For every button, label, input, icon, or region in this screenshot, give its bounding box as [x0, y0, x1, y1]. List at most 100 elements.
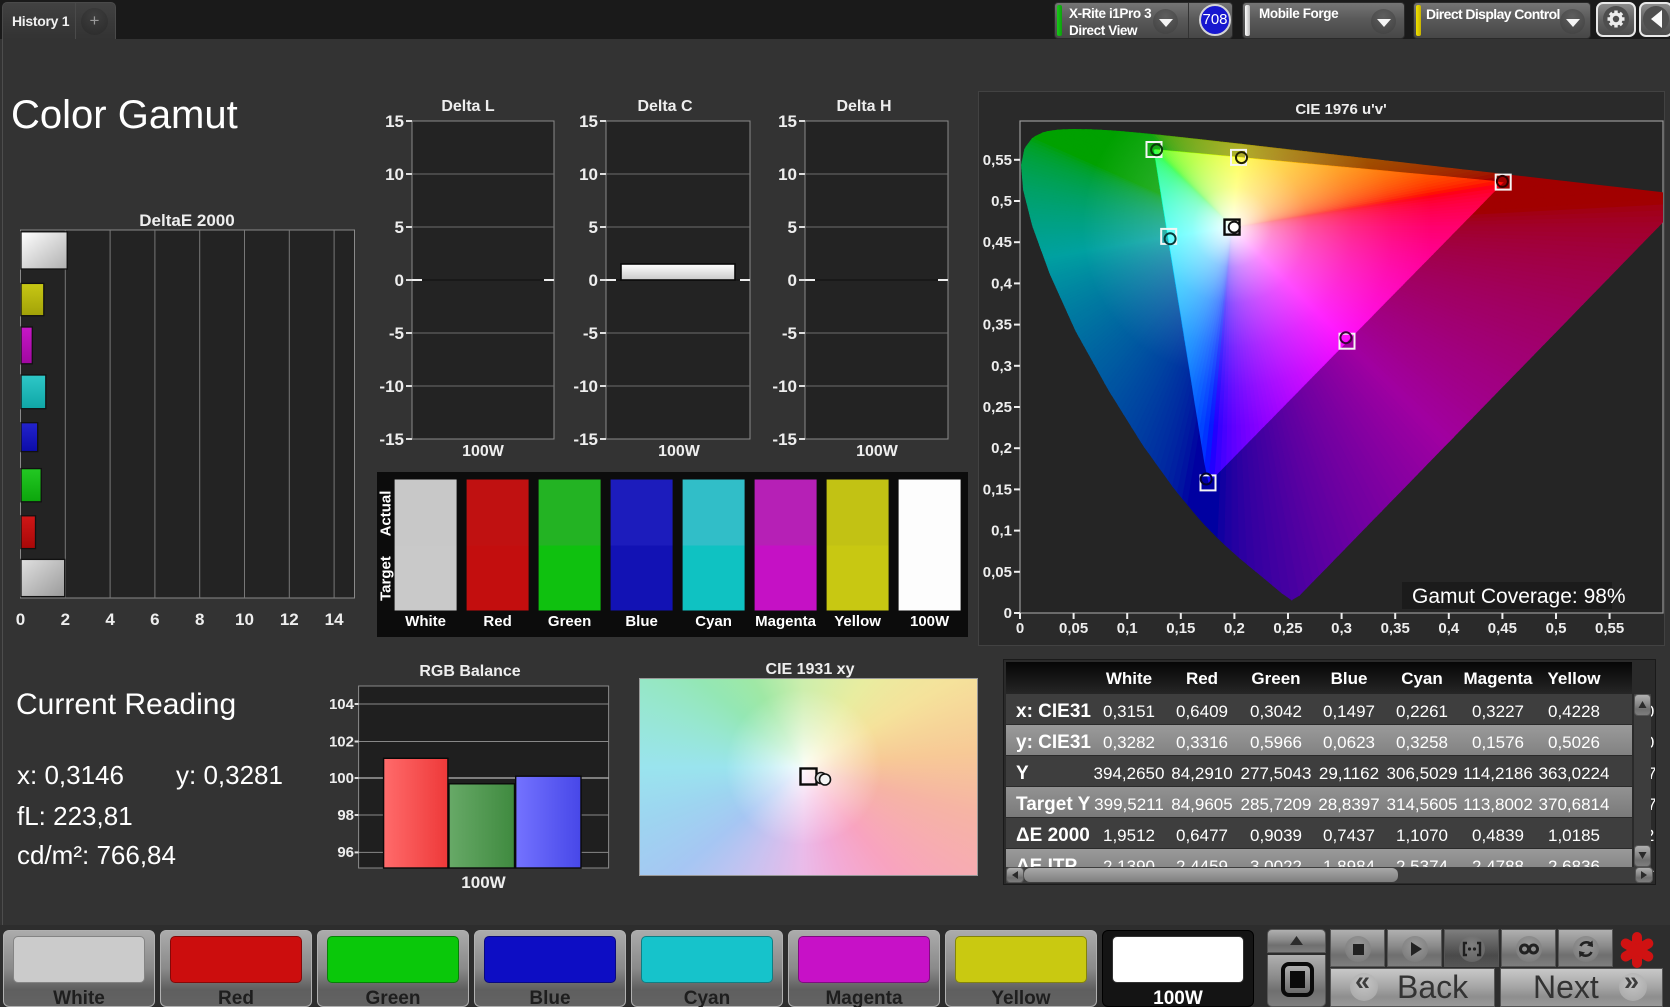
svg-text:Blue: Blue: [1331, 669, 1368, 688]
svg-text:Green: Green: [1251, 669, 1300, 688]
svg-text:x: CIE31: x: CIE31: [1016, 701, 1091, 722]
svg-text:0,15: 0,15: [983, 481, 1012, 498]
svg-text:1,0185: 1,0185: [1548, 826, 1600, 845]
svg-text:0,35: 0,35: [983, 317, 1012, 334]
svg-text:0,25: 0,25: [983, 399, 1012, 416]
svg-text:113,8002: 113,8002: [1463, 795, 1533, 814]
svg-text:363,0224: 363,0224: [1539, 764, 1610, 783]
svg-text:0: 0: [1016, 620, 1024, 637]
svg-text:White: White: [1106, 669, 1152, 688]
svg-text:5: 5: [589, 218, 598, 237]
svg-text:100W: 100W: [462, 443, 505, 460]
svg-text:-5: -5: [583, 324, 598, 343]
svg-text:0,35: 0,35: [1381, 620, 1410, 637]
svg-text:0,3227: 0,3227: [1472, 702, 1524, 721]
svg-text:Cyan: Cyan: [695, 613, 732, 630]
svg-text:285,7209: 285,7209: [1241, 795, 1312, 814]
svg-text:1,1070: 1,1070: [1396, 826, 1448, 845]
svg-text:Red: Red: [483, 613, 511, 630]
svg-text:306,5029: 306,5029: [1387, 764, 1458, 783]
svg-text:100W: 100W: [910, 613, 950, 630]
svg-text:0,25: 0,25: [1273, 620, 1302, 637]
svg-text:96: 96: [337, 844, 354, 861]
svg-text:4: 4: [105, 610, 115, 629]
svg-text:DeltaE 2000: DeltaE 2000: [139, 211, 234, 230]
svg-text:0,6477: 0,6477: [1176, 826, 1228, 845]
svg-text:0,05: 0,05: [1059, 620, 1088, 637]
svg-text:0,3282: 0,3282: [1103, 733, 1155, 752]
svg-text:y: CIE31: y: CIE31: [1016, 732, 1091, 753]
svg-text:0,1576: 0,1576: [1472, 733, 1524, 752]
svg-text:2: 2: [61, 610, 70, 629]
svg-text:0,1: 0,1: [1117, 620, 1138, 637]
svg-text:0,9039: 0,9039: [1250, 826, 1302, 845]
svg-text:0,3151: 0,3151: [1103, 702, 1155, 721]
svg-text:Green: Green: [548, 613, 591, 630]
svg-text:0,55: 0,55: [983, 152, 1012, 169]
svg-text:14: 14: [325, 610, 344, 629]
svg-text:0: 0: [1004, 605, 1012, 622]
svg-text:0,45: 0,45: [1488, 620, 1517, 637]
svg-text:-5: -5: [389, 324, 404, 343]
svg-text:0,5: 0,5: [1546, 620, 1567, 637]
svg-text:Cyan: Cyan: [1401, 669, 1443, 688]
svg-text:100: 100: [330, 770, 354, 787]
svg-text:0: 0: [395, 271, 404, 290]
svg-text:314,5605: 314,5605: [1387, 795, 1458, 814]
svg-text:0,5966: 0,5966: [1250, 733, 1302, 752]
svg-text:102: 102: [330, 734, 354, 751]
svg-text:0,3042: 0,3042: [1250, 702, 1302, 721]
svg-text:Blue: Blue: [625, 613, 658, 630]
svg-text:0,1: 0,1: [991, 523, 1012, 540]
svg-text:-10: -10: [772, 377, 797, 396]
svg-text:29,1162: 29,1162: [1319, 764, 1379, 783]
svg-text:277,5043: 277,5043: [1241, 764, 1312, 783]
svg-text:0,5026: 0,5026: [1548, 733, 1600, 752]
svg-text:0,3258: 0,3258: [1396, 733, 1448, 752]
svg-text:0,3: 0,3: [1331, 620, 1352, 637]
svg-text:0,45: 0,45: [983, 234, 1012, 251]
svg-text:-15: -15: [772, 430, 797, 449]
svg-text:0,05: 0,05: [983, 564, 1012, 581]
svg-text:10: 10: [579, 165, 598, 184]
svg-text:Delta H: Delta H: [836, 98, 891, 115]
svg-text:0,55: 0,55: [1595, 620, 1624, 637]
svg-text:10: 10: [235, 610, 254, 629]
svg-text:0,2261: 0,2261: [1396, 702, 1448, 721]
svg-text:5: 5: [395, 218, 404, 237]
svg-text:0: 0: [589, 271, 598, 290]
svg-text:0: 0: [788, 271, 797, 290]
svg-text:0,7437: 0,7437: [1323, 826, 1375, 845]
svg-text:Gamut Coverage: 98%: Gamut Coverage: 98%: [1412, 585, 1626, 608]
svg-text:28,8397: 28,8397: [1318, 795, 1379, 814]
svg-text:98: 98: [337, 807, 354, 824]
svg-text:0,6409: 0,6409: [1176, 702, 1228, 721]
svg-text:Delta C: Delta C: [637, 98, 693, 115]
svg-text:0,4: 0,4: [991, 275, 1013, 292]
svg-text:0,4228: 0,4228: [1548, 702, 1600, 721]
svg-text:0,4: 0,4: [1438, 620, 1460, 637]
svg-text:-15: -15: [573, 430, 598, 449]
svg-text:0,1497: 0,1497: [1323, 702, 1375, 721]
svg-text:-5: -5: [782, 324, 797, 343]
svg-text:Delta L: Delta L: [441, 98, 495, 115]
svg-text:100W: 100W: [856, 443, 899, 460]
svg-text:100W: 100W: [658, 443, 701, 460]
svg-text:White: White: [405, 613, 446, 630]
svg-text:Red: Red: [1186, 669, 1218, 688]
svg-text:15: 15: [385, 112, 404, 131]
svg-text:370,6814: 370,6814: [1539, 795, 1610, 814]
svg-text:CIE 1976 u'v': CIE 1976 u'v': [1295, 101, 1386, 118]
svg-text:Y: Y: [1016, 763, 1029, 784]
svg-text:0: 0: [16, 610, 25, 629]
svg-text:Yellow: Yellow: [1548, 669, 1602, 688]
svg-text:-15: -15: [380, 430, 404, 449]
svg-text:399,5211: 399,5211: [1094, 795, 1164, 814]
svg-text:RGB Balance: RGB Balance: [419, 663, 520, 680]
svg-text:0,4839: 0,4839: [1472, 826, 1524, 845]
svg-text:Target Y: Target Y: [1016, 794, 1091, 815]
svg-text:ΔE 2000: ΔE 2000: [1016, 825, 1090, 846]
svg-text:0,15: 0,15: [1166, 620, 1195, 637]
svg-text:Magenta: Magenta: [1464, 669, 1534, 688]
svg-text:5: 5: [788, 218, 797, 237]
